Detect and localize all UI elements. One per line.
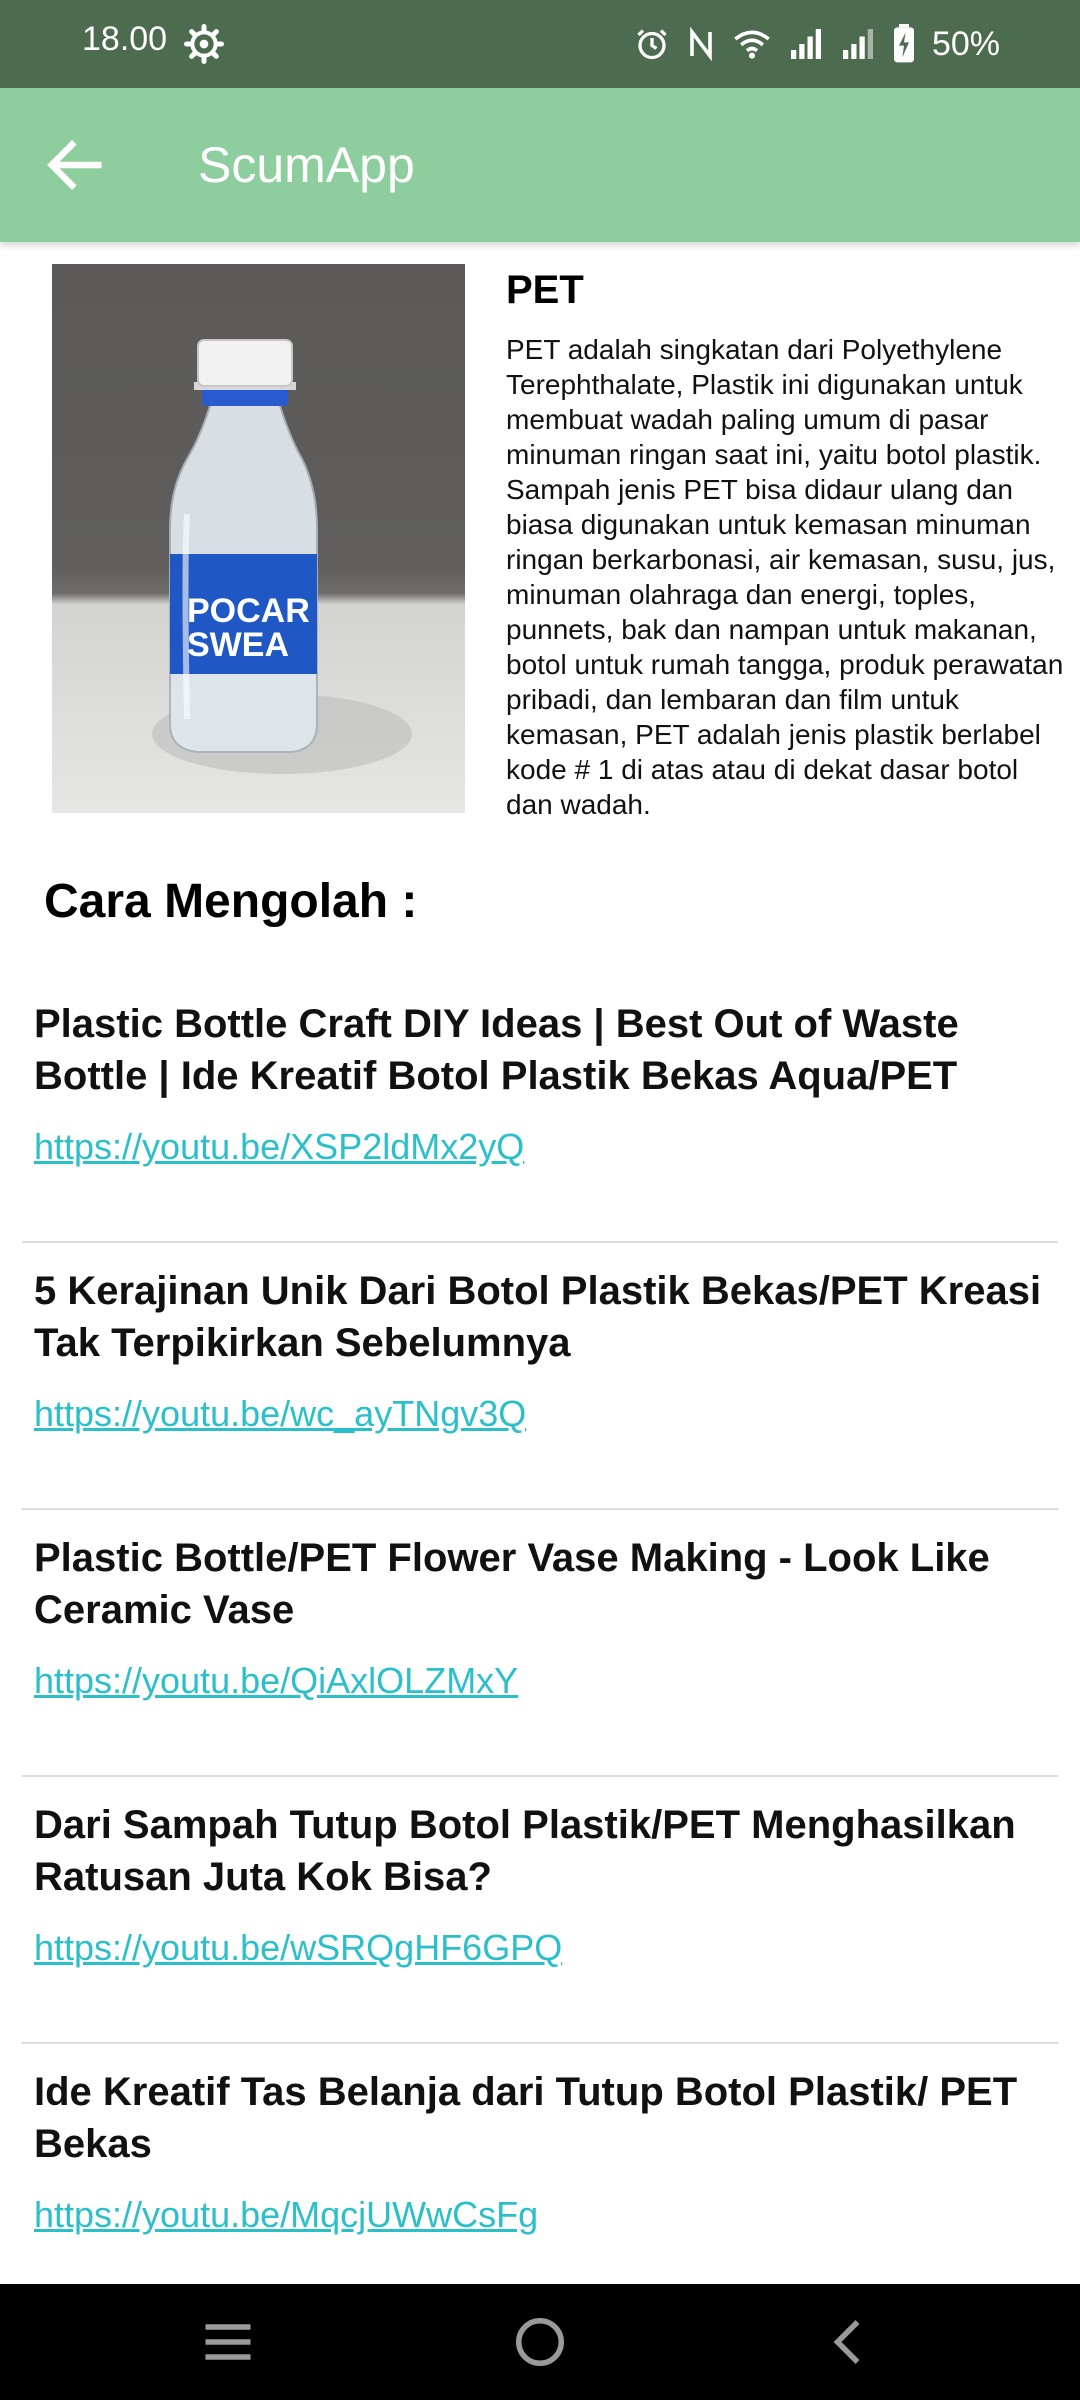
product-description: PET adalah singkatan dari Polyethylene T… bbox=[506, 334, 1064, 820]
navigation-bar bbox=[0, 2284, 1080, 2400]
menu-icon[interactable] bbox=[198, 2312, 258, 2372]
list-item: 5 Kerajinan Unik Dari Botol Plastik Beka… bbox=[22, 1243, 1058, 1510]
video-list: Plastic Bottle Craft DIY Ideas | Best Ou… bbox=[22, 976, 1058, 2309]
back-icon[interactable] bbox=[820, 2312, 880, 2372]
alarm-icon bbox=[637, 29, 667, 60]
app-bar: ScumApp bbox=[0, 88, 1080, 242]
status-bar: 18.00 50% bbox=[0, 0, 1080, 88]
battery-charging-icon bbox=[893, 24, 914, 63]
wifi-icon bbox=[734, 30, 770, 59]
video-link[interactable]: https://youtu.be/wSRQgHF6GPQ bbox=[34, 1927, 562, 1969]
video-title: Plastic Bottle/PET Flower Vase Making - … bbox=[34, 1536, 990, 1632]
arrow-left-icon[interactable] bbox=[40, 130, 110, 200]
battery-percentage: 50% bbox=[931, 24, 1000, 63]
video-link[interactable]: https://youtu.be/QiAxlOLZMxY bbox=[34, 1660, 518, 1702]
list-item: Ide Kreatif Tas Belanja dari Tutup Botol… bbox=[22, 2044, 1058, 2309]
video-link[interactable]: https://youtu.be/XSP2ldMx2yQ bbox=[34, 1126, 524, 1168]
settings-icon bbox=[184, 24, 224, 64]
video-link[interactable]: https://youtu.be/wc_ayTNgv3Q bbox=[34, 1393, 526, 1435]
section-title: Cara Mengolah : bbox=[44, 875, 418, 928]
video-title: Plastic Bottle Craft DIY Ideas | Best Ou… bbox=[34, 1002, 959, 1098]
plastic-bottle-photo: POCAR SWEA bbox=[152, 339, 412, 774]
video-title: Ide Kreatif Tas Belanja dari Tutup Botol… bbox=[34, 2070, 1018, 2166]
product-image: POCAR SWEA bbox=[52, 264, 465, 813]
video-link[interactable]: https://youtu.be/MqcjUWwCsFg bbox=[34, 2194, 538, 2236]
video-title: Dari Sampah Tutup Botol Plastik/PET Meng… bbox=[34, 1803, 1016, 1899]
home-icon[interactable] bbox=[510, 2312, 570, 2372]
app-title: ScumApp bbox=[198, 137, 415, 193]
list-item: Plastic Bottle/PET Flower Vase Making - … bbox=[22, 1510, 1058, 1777]
svg-text:SWEA: SWEA bbox=[187, 626, 289, 664]
status-icons: 50% bbox=[634, 18, 1000, 70]
svg-text:POCAR: POCAR bbox=[187, 592, 310, 630]
nfc-icon bbox=[690, 26, 712, 62]
list-item: Dari Sampah Tutup Botol Plastik/PET Meng… bbox=[22, 1777, 1058, 2044]
status-time: 18.00 bbox=[82, 20, 168, 58]
product-title: PET bbox=[506, 268, 584, 312]
signal-icon bbox=[790, 29, 821, 59]
list-item: Plastic Bottle Craft DIY Ideas | Best Ou… bbox=[22, 976, 1058, 1243]
signal-icon bbox=[842, 29, 873, 59]
video-title: 5 Kerajinan Unik Dari Botol Plastik Beka… bbox=[34, 1269, 1042, 1365]
